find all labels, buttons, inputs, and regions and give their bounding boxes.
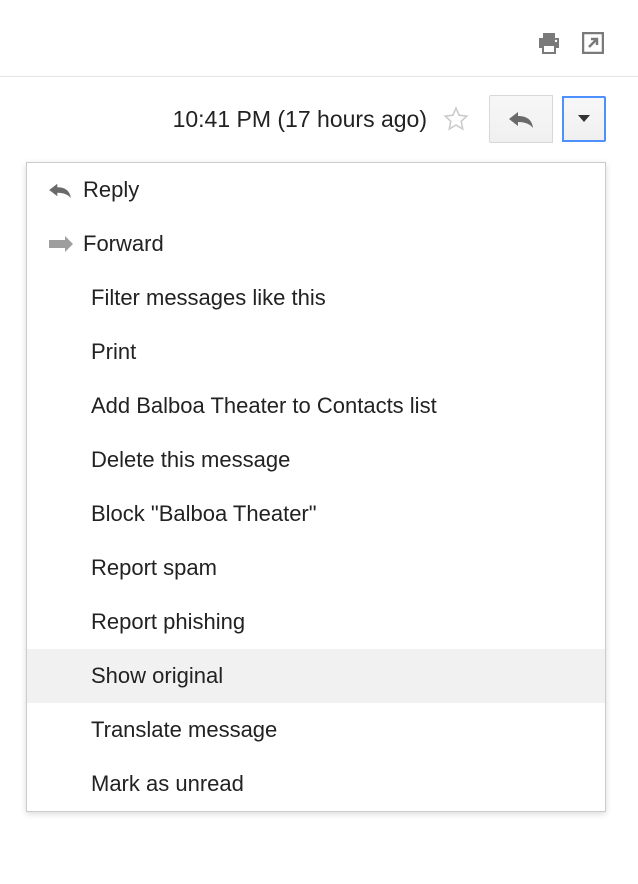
- menu-item-label: Report spam: [91, 555, 585, 581]
- more-actions-menu: Reply Forward Filter messages like this …: [26, 162, 606, 812]
- reply-icon: [507, 109, 535, 129]
- menu-item-forward[interactable]: Forward: [27, 217, 605, 271]
- menu-item-label: Block "Balboa Theater": [91, 501, 585, 527]
- menu-item-report-spam[interactable]: Report spam: [27, 541, 605, 595]
- menu-item-label: Forward: [83, 231, 585, 257]
- menu-item-label: Reply: [83, 177, 585, 203]
- message-header: 10:41 PM (17 hours ago): [0, 77, 638, 143]
- menu-item-report-phishing[interactable]: Report phishing: [27, 595, 605, 649]
- menu-item-label: Translate message: [91, 717, 585, 743]
- print-button[interactable]: [536, 30, 562, 56]
- menu-item-label: Filter messages like this: [91, 285, 585, 311]
- more-actions-button[interactable]: [562, 96, 606, 142]
- star-button[interactable]: [441, 104, 471, 134]
- reply-button[interactable]: [489, 95, 553, 143]
- top-toolbar: [0, 0, 638, 76]
- menu-item-label: Show original: [91, 663, 585, 689]
- star-icon: [443, 106, 469, 132]
- menu-item-label: Delete this message: [91, 447, 585, 473]
- timestamp: 10:41 PM (17 hours ago): [173, 106, 427, 133]
- menu-item-filter[interactable]: Filter messages like this: [27, 271, 605, 325]
- menu-item-label: Print: [91, 339, 585, 365]
- menu-item-print[interactable]: Print: [27, 325, 605, 379]
- new-window-icon: [582, 32, 604, 54]
- menu-item-show-original[interactable]: Show original: [27, 649, 605, 703]
- menu-item-block[interactable]: Block "Balboa Theater": [27, 487, 605, 541]
- menu-item-reply[interactable]: Reply: [27, 163, 605, 217]
- menu-item-translate[interactable]: Translate message: [27, 703, 605, 757]
- forward-icon: [47, 236, 83, 252]
- reply-icon: [47, 181, 83, 199]
- menu-item-label: Report phishing: [91, 609, 585, 635]
- menu-item-label: Add Balboa Theater to Contacts list: [91, 393, 585, 419]
- open-new-window-button[interactable]: [580, 30, 606, 56]
- menu-item-delete[interactable]: Delete this message: [27, 433, 605, 487]
- print-icon: [537, 32, 561, 54]
- menu-item-add-contact[interactable]: Add Balboa Theater to Contacts list: [27, 379, 605, 433]
- chevron-down-icon: [578, 115, 590, 123]
- menu-item-label: Mark as unread: [91, 771, 585, 797]
- menu-item-mark-unread[interactable]: Mark as unread: [27, 757, 605, 811]
